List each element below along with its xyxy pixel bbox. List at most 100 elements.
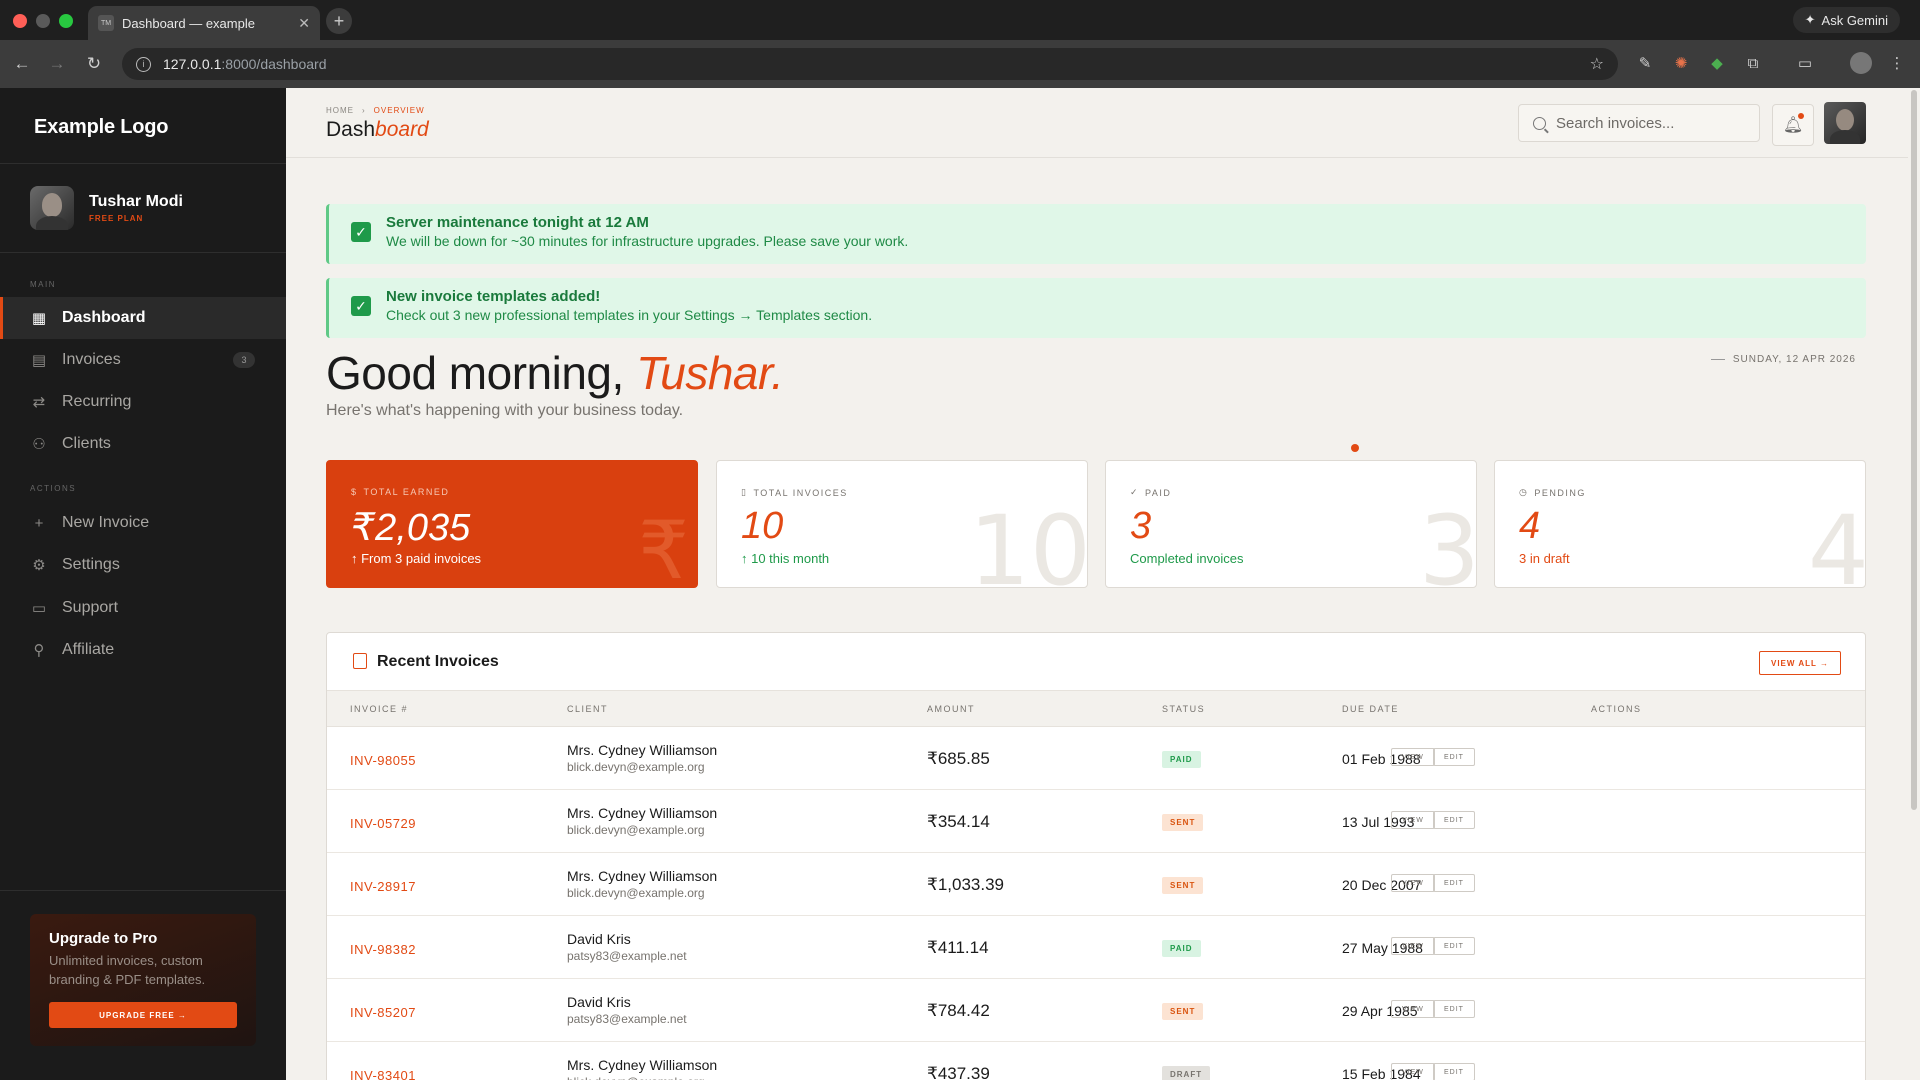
tab-favicon: TM [98,15,114,31]
extensions-puzzle-icon[interactable]: ⧉ [1742,52,1764,74]
sidebar-item-settings[interactable]: ⚙ Settings [0,544,286,586]
close-window-button[interactable] [13,14,27,28]
upgrade-button[interactable]: UPGRADE FREE → [49,1002,237,1028]
new-tab-button[interactable]: + [326,8,352,34]
column-header: ACTIONS [1591,704,1642,714]
bookmark-star-icon[interactable]: ☆ [1590,54,1604,74]
alert-maintenance: ✓ Server maintenance tonight at 12 AM We… [326,204,1866,264]
sidebar-item-new-invoice[interactable]: + New Invoice [0,502,286,544]
site-info-icon[interactable]: i [136,56,151,72]
table-row[interactable]: INV-83401 Mrs. Cydney Williamson blick.dev… [327,1042,1865,1080]
tab-search-icon[interactable]: ▭ [1794,52,1816,74]
stat-label: ◷ PENDING [1519,487,1586,498]
status-badge: SENT [1162,814,1204,831]
maximize-window-button[interactable] [59,14,73,28]
edit-button[interactable]: EDIT [1433,874,1475,892]
edit-button[interactable]: EDIT [1433,937,1475,955]
claude-extension-icon[interactable]: ✺ [1670,52,1692,74]
date-dash [1710,359,1725,360]
table-row[interactable]: INV-98055 Mrs. Cydney Williamson blick.dev… [327,727,1865,790]
browser-tab[interactable]: TM Dashboard — example ✕ [88,6,320,40]
sidebar-item-invoices[interactable]: ▤ Invoices 3 [0,339,286,381]
sidebar-item-support[interactable]: ▭ Support [0,587,286,629]
client-name: Mrs. Cydney Williamson [567,805,718,821]
alert-templates: ✓ New invoice templates added! Check out… [326,278,1866,338]
view-button[interactable]: VIEW [1391,811,1435,829]
sparkle-icon: ✦ [1804,12,1816,27]
greeting-heading: Good morning, Tushar. [326,346,784,400]
table-row[interactable]: INV-05729 Mrs. Cydney Williamson blick.dev… [327,790,1865,853]
column-header[interactable]: STATUS [1162,704,1205,714]
edit-button[interactable]: EDIT [1433,1000,1475,1018]
forward-icon[interactable]: → [45,52,69,76]
table-row[interactable]: INV-85207 David Kris patsy83@example.net ₹7… [327,979,1865,1042]
stat-label: ✓ PAID [1130,487,1172,498]
invoice-amount: ₹437.39 [927,1064,990,1080]
table-row[interactable]: INV-28917 Mrs. Cydney Williamson blick.dev… [327,853,1865,916]
invoice-number-link[interactable]: INV-05729 [350,816,416,831]
invoice-number-link[interactable]: INV-28917 [350,879,416,894]
status-badge: DRAFT [1162,1066,1211,1080]
alert-title: New invoice templates added! [386,288,601,305]
edit-button[interactable]: EDIT [1433,748,1475,766]
column-header[interactable]: INVOICE # [350,704,408,714]
view-button[interactable]: VIEW [1391,874,1435,892]
page-title-italic: board [375,118,429,141]
stat-subtext: ↑ From 3 paid invoices [351,551,482,566]
pen-extension-icon[interactable]: ✎ [1634,52,1656,74]
view-all-button[interactable]: VIEW ALL → [1759,651,1841,675]
column-header[interactable]: CLIENT [567,704,608,714]
stat-card-total-earned: $ TOTAL EARNED ₹2,035 ↑ From 3 paid invoi… [326,460,698,588]
view-button[interactable]: VIEW [1391,748,1435,766]
ask-gemini-button[interactable]: ✦ Ask Gemini [1792,7,1900,33]
stat-value: 10 [741,505,784,547]
sidebar-item-recurring[interactable]: ⇄ Recurring [0,381,286,423]
view-button[interactable]: VIEW [1391,1063,1435,1080]
reload-icon[interactable]: ↻ [82,52,106,76]
profile-icon[interactable] [1850,52,1872,74]
sidebar-item-dashboard[interactable]: ▦ Dashboard [0,297,286,339]
scrollbar-thumb[interactable] [1911,90,1917,810]
invoices-count-badge: 3 [233,352,255,368]
check-icon: ✓ [1130,487,1140,497]
view-button[interactable]: VIEW [1391,937,1435,955]
column-header[interactable]: AMOUNT [927,704,975,714]
back-icon[interactable]: ← [10,52,34,76]
minimize-window-button[interactable] [36,14,50,28]
section-label-main: MAIN [30,280,56,289]
user-avatar[interactable] [30,186,74,230]
search-input[interactable]: Search invoices... [1518,104,1760,142]
client-name: Mrs. Cydney Williamson [567,868,718,884]
kebab-menu-icon[interactable]: ⋮ [1886,52,1908,74]
invoice-number-link[interactable]: INV-83401 [350,1068,416,1080]
invoice-number-link[interactable]: INV-85207 [350,1005,416,1020]
close-tab-icon[interactable]: ✕ [298,15,310,32]
tag-extension-icon[interactable]: ◆ [1706,52,1728,74]
sidebar-item-label: Support [62,599,119,616]
page-scrollbar[interactable] [1908,88,1920,1080]
notifications-button[interactable]: 🔔︎ [1772,104,1814,146]
section-label-actions: ACTIONS [30,484,77,493]
invoice-number-link[interactable]: INV-98055 [350,753,416,768]
table-row[interactable]: INV-98382 David Kris patsy83@example.net ₹4… [327,916,1865,979]
logo[interactable]: Example Logo [34,116,168,139]
stat-value: ₹2,035 [351,507,471,549]
view-button[interactable]: VIEW [1391,1000,1435,1018]
breadcrumb-home[interactable]: HOME [326,106,354,115]
edit-button[interactable]: EDIT [1433,1063,1475,1080]
sidebar-item-clients[interactable]: ⚇ Clients [0,423,286,465]
address-bar[interactable]: i 127.0.0.1:8000/dashboard ☆ [122,48,1618,80]
search-icon [1533,116,1546,130]
header-avatar[interactable] [1824,102,1866,144]
stat-card-total-invoices: ▯ TOTAL INVOICES 10 ↑ 10 this month 10 [716,460,1088,588]
column-header[interactable]: DUE DATE [1342,704,1399,714]
invoice-number-link[interactable]: INV-98382 [350,942,416,957]
invoice-amount: ₹354.14 [927,812,990,831]
sidebar-item-label: Dashboard [62,309,146,326]
notification-dot [1798,113,1804,119]
sidebar-item-affiliate[interactable]: ⚲ Affiliate [0,629,286,671]
grid-icon: ▦ [31,310,47,327]
dollar-icon: $ [351,487,358,497]
sidebar: Example Logo Tushar Modi FREE PLAN MAIN … [0,88,286,1080]
edit-button[interactable]: EDIT [1433,811,1475,829]
